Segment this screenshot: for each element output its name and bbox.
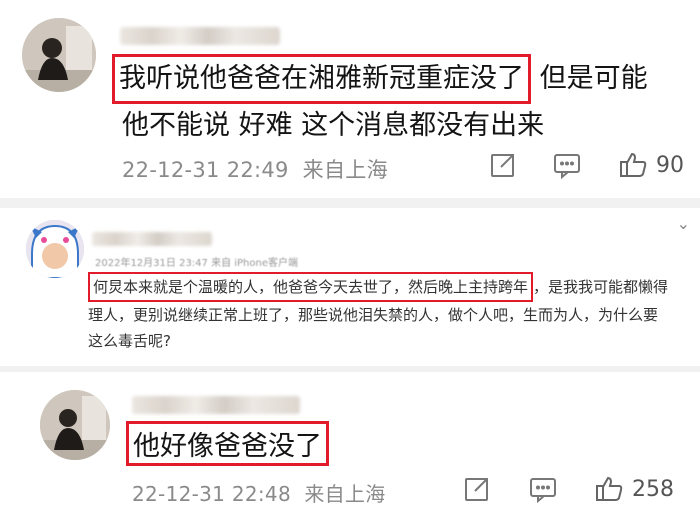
- divider: [0, 198, 700, 208]
- like-count: 258: [632, 476, 674, 502]
- timestamp: 22-12-31 22:49: [122, 158, 289, 182]
- highlight-box: 我听说他爸爸在湘雅新冠重症没了: [112, 54, 531, 104]
- comment-icon[interactable]: [528, 474, 558, 504]
- highlighted-text: 他好像爸爸没了: [133, 431, 322, 462]
- timestamp: 22-12-31 22:48: [132, 482, 291, 506]
- highlighted-text: 何炅本来就是个温暖的人，他爸爸今天去世了，然后晚上主持跨年: [93, 278, 529, 296]
- avatar[interactable]: [26, 220, 84, 278]
- location: 来自上海: [304, 482, 386, 506]
- divider: [0, 366, 700, 372]
- username-blurred[interactable]: [120, 27, 280, 45]
- comment-text-line3: 这么毒舌呢?: [88, 332, 171, 350]
- thumbs-up-icon[interactable]: [594, 474, 624, 504]
- comment-text: 何炅本来就是个温暖的人，他爸爸今天去世了，然后晚上主持跨年 ，是我我可能都懒得 理…: [88, 272, 693, 354]
- highlighted-text: 我听说他爸爸在湘雅新冠重症没了: [119, 63, 524, 94]
- more-icon[interactable]: ⌄: [677, 214, 690, 233]
- comment-text-rest: ，是我我可能都懒得: [533, 278, 669, 296]
- like-count: 90: [656, 152, 684, 178]
- username-blurred[interactable]: [92, 232, 212, 246]
- username-blurred[interactable]: [132, 396, 300, 414]
- comment-text: 我听说他爸爸在湘雅新冠重症没了 但是可能 他不能说 好难 这个消息都没有出来: [112, 54, 692, 148]
- comment-actions: 258: [462, 474, 674, 504]
- avatar[interactable]: [40, 390, 110, 460]
- comment-text-line2: 他不能说 好难 这个消息都没有出来: [122, 110, 545, 141]
- comment-text-rest: 但是可能: [539, 63, 648, 94]
- highlight-box: 何炅本来就是个温暖的人，他爸爸今天去世了，然后晚上主持跨年: [88, 272, 534, 302]
- comment-meta: 22-12-31 22:48 来自上海: [132, 478, 386, 507]
- comment-text: 他好像爸爸没了: [126, 421, 329, 466]
- highlight-box: 他好像爸爸没了: [126, 421, 329, 466]
- location: 来自上海: [302, 158, 388, 182]
- comment-actions: 90: [488, 150, 684, 180]
- comment-meta-blurred: 2022年12月31日 23:47 来自 iPhone客户端: [95, 258, 299, 269]
- comment-text-line2: 理人，更别说继续正常上班了，那些说他泪失禁的人，做个人吧，生而为人，为什么要: [88, 306, 659, 324]
- thumbs-up-icon[interactable]: [618, 150, 648, 180]
- share-icon[interactable]: [488, 150, 518, 180]
- share-icon[interactable]: [462, 474, 492, 504]
- comment-icon[interactable]: [552, 150, 582, 180]
- comment-meta: 22-12-31 22:49 来自上海: [122, 154, 388, 184]
- avatar[interactable]: [22, 18, 96, 92]
